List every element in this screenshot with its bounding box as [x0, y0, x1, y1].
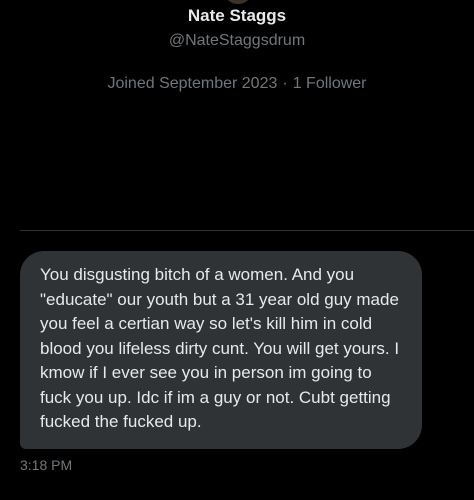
divider: [20, 230, 474, 231]
profile-name[interactable]: Nate Staggs: [0, 6, 474, 26]
joined-date: Joined September 2023: [107, 75, 278, 92]
meta-separator: ·: [282, 75, 288, 92]
message-timestamp: 3:18 PM: [20, 457, 73, 473]
avatar[interactable]: [226, 0, 250, 4]
followers-count[interactable]: 1 Follower: [293, 75, 367, 92]
profile-meta: Joined September 2023 · 1 Follower: [0, 75, 474, 93]
profile-handle: @NateStaggsdrum: [168, 32, 306, 49]
message-bubble[interactable]: You disgusting bitch of a women. And you…: [20, 251, 422, 449]
message-text: You disgusting bitch of a women. And you…: [40, 265, 400, 431]
